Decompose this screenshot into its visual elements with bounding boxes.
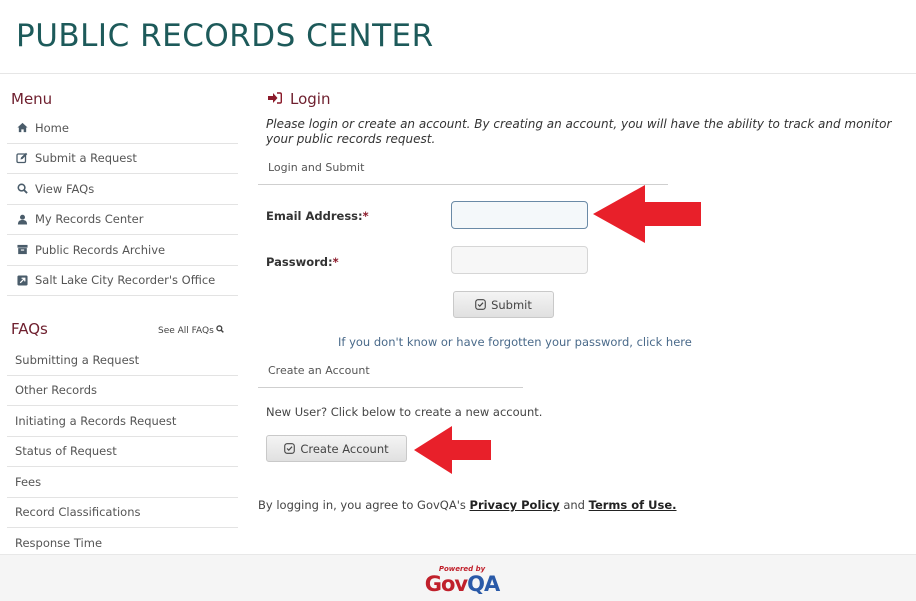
- govqa-wordmark: GovQA: [420, 573, 504, 595]
- privacy-policy-link[interactable]: Privacy Policy: [470, 498, 560, 512]
- sidebar-item-label: Public Records Archive: [35, 242, 166, 257]
- email-label-text: Email Address:: [266, 209, 363, 223]
- email-input[interactable]: [451, 201, 588, 229]
- user-icon: [16, 213, 28, 225]
- new-user-text: New User? Click below to create a new ac…: [266, 405, 543, 419]
- login-heading-label: Login: [290, 90, 331, 108]
- sidebar-item-home[interactable]: Home: [7, 113, 238, 144]
- faq-item-fees[interactable]: Fees: [7, 467, 238, 498]
- site-title: PUBLIC RECORDS CENTER: [16, 18, 434, 54]
- sidebar-item-my-records-center[interactable]: My Records Center: [7, 205, 238, 235]
- login-section-label: Login and Submit: [268, 161, 365, 174]
- search-icon: [216, 325, 224, 336]
- footer: Powered by GovQA: [0, 554, 916, 601]
- logo-gov: Gov: [424, 572, 468, 596]
- password-input[interactable]: [451, 246, 588, 274]
- govqa-logo[interactable]: Powered by GovQA: [420, 565, 504, 597]
- login-intro-text: Please login or create an account. By cr…: [266, 117, 892, 146]
- arrow-annotation-create-account: [414, 426, 491, 474]
- email-label: Email Address:*: [266, 209, 369, 223]
- site-header: PUBLIC RECORDS CENTER: [0, 0, 916, 74]
- submit-button[interactable]: Submit: [453, 291, 554, 318]
- agreement-text: By logging in, you agree to GovQA's Priv…: [258, 498, 677, 512]
- sidebar-item-label: Salt Lake City Recorder's Office: [35, 273, 216, 288]
- sidebar-item-label: View FAQs: [35, 181, 95, 196]
- sidebar-item-label: My Records Center: [35, 212, 144, 227]
- menu-title: Menu: [11, 90, 53, 108]
- agreement-prefix: By logging in, you agree to GovQA's: [258, 498, 470, 512]
- forgot-password-link[interactable]: If you don't know or have forgotten your…: [338, 335, 692, 349]
- submit-button-label: Submit: [491, 297, 532, 312]
- divider: [258, 387, 523, 388]
- faq-item-record-classifications[interactable]: Record Classifications: [7, 498, 238, 528]
- sidebar-item-label: Submit a Request: [35, 151, 137, 166]
- sign-in-icon: [268, 90, 282, 108]
- menu-list: Home Submit a Request View FAQs My Recor…: [7, 113, 238, 296]
- sidebar-item-submit-request[interactable]: Submit a Request: [7, 144, 238, 174]
- check-square-icon: [284, 443, 296, 454]
- search-icon: [16, 183, 28, 195]
- login-heading: Login: [268, 90, 330, 108]
- faq-item-initiating-request[interactable]: Initiating a Records Request: [7, 406, 238, 437]
- faq-list: Submitting a Request Other Records Initi…: [7, 345, 238, 559]
- see-all-faqs-label: See All FAQs: [158, 325, 214, 336]
- login-panel: Login Please login or create an account.…: [258, 74, 908, 554]
- faqs-title: FAQs: [11, 320, 48, 338]
- faq-item-other-records[interactable]: Other Records: [7, 376, 238, 406]
- logo-qa: QA: [467, 572, 500, 596]
- edit-icon: [16, 152, 28, 164]
- sidebar-item-label: Home: [35, 120, 69, 135]
- create-account-section-label: Create an Account: [268, 364, 370, 377]
- faq-item-submitting-request[interactable]: Submitting a Request: [7, 345, 238, 376]
- external-link-icon: [16, 274, 28, 286]
- sidebar-item-view-faqs[interactable]: View FAQs: [7, 174, 238, 205]
- arrow-annotation-email: [593, 185, 701, 243]
- see-all-faqs-link[interactable]: See All FAQs: [158, 325, 224, 336]
- terms-of-use-link[interactable]: Terms of Use.: [589, 498, 677, 512]
- sidebar-item-recorders-office[interactable]: Salt Lake City Recorder's Office: [7, 266, 238, 296]
- create-account-button-label: Create Account: [300, 441, 389, 456]
- required-marker: *: [332, 255, 339, 269]
- password-label: Password:*: [266, 255, 339, 269]
- faq-item-status-of-request[interactable]: Status of Request: [7, 437, 238, 467]
- password-label-text: Password:: [266, 255, 333, 269]
- sidebar-item-public-records-archive[interactable]: Public Records Archive: [7, 235, 238, 266]
- archive-icon: [16, 244, 28, 256]
- create-account-button[interactable]: Create Account: [266, 435, 407, 462]
- agreement-and: and: [559, 498, 589, 512]
- required-marker: *: [362, 209, 369, 223]
- sidebar: Menu Home Submit a Request View FAQs My …: [0, 74, 250, 554]
- check-square-icon: [475, 299, 486, 310]
- home-icon: [16, 122, 28, 134]
